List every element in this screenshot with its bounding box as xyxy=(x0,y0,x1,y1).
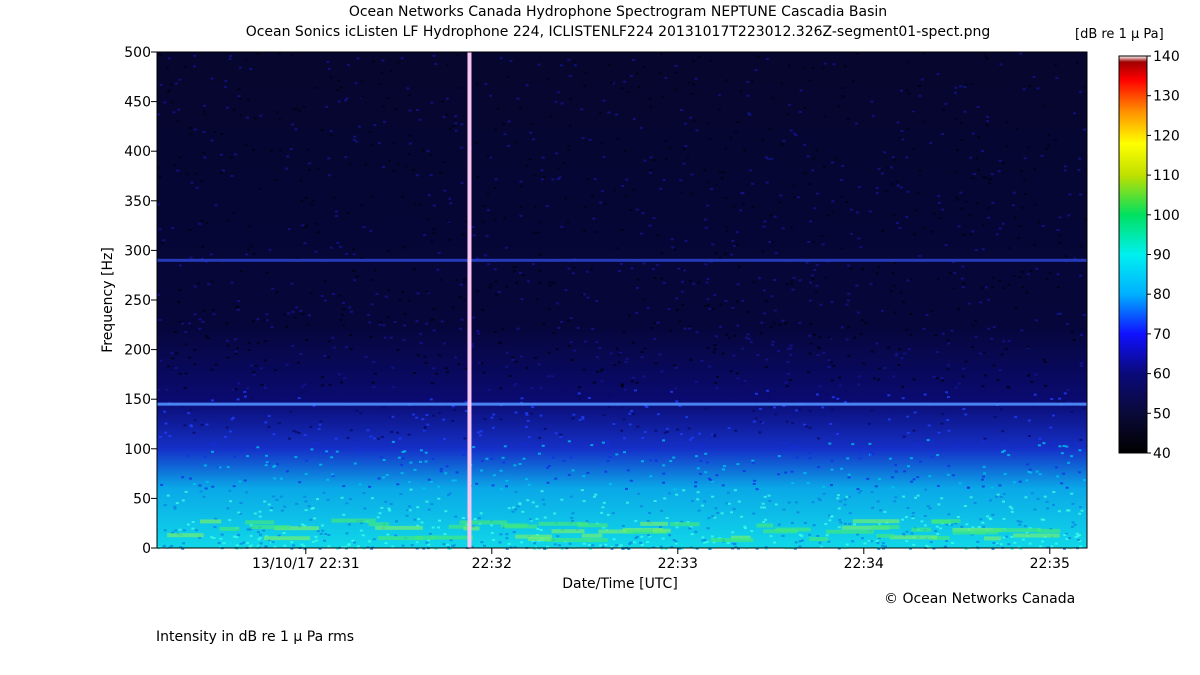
colorbar-tick-label: 80 xyxy=(1153,287,1171,303)
colorbar-tick-label: 130 xyxy=(1153,89,1180,105)
x-tick-label: 13/10/17 22:31 xyxy=(252,556,360,572)
tonal-line xyxy=(157,402,1087,406)
x-tick-label: 22:35 xyxy=(1030,556,1070,572)
y-tick-label: 150 xyxy=(124,392,151,408)
x-tick-label: 22:32 xyxy=(472,556,512,572)
broadband-event-line xyxy=(467,52,472,548)
y-tick-label: 350 xyxy=(124,194,151,210)
spectrogram-background xyxy=(157,52,1087,548)
y-tick-label: 300 xyxy=(124,243,151,259)
colorbar-tick-label: 40 xyxy=(1153,446,1171,462)
colorbar-tick-label: 120 xyxy=(1153,128,1180,144)
y-tick-label: 450 xyxy=(124,95,151,111)
colorbar: 40 50 60 70 80 90 100 110 120 130 140 xyxy=(1118,49,1180,462)
y-tick-label: 250 xyxy=(124,293,151,309)
colorbar-tick-label: 70 xyxy=(1153,327,1171,343)
colorbar-tick-label: 90 xyxy=(1153,248,1171,264)
colorbar-gradient xyxy=(1118,55,1148,454)
y-tick-label: 200 xyxy=(124,343,151,359)
y-tick-label: 0 xyxy=(142,541,151,557)
y-tick-label: 400 xyxy=(124,144,151,160)
colorbar-tick-label: 100 xyxy=(1153,208,1180,224)
spectrogram-chart: 0 50 100 150 200 250 300 350 400 450 500 13/10/17 2… xyxy=(124,45,1180,572)
y-tick-label: 50 xyxy=(133,491,151,507)
colorbar-tick-label: 60 xyxy=(1153,367,1171,383)
colorbar-tick-label: 50 xyxy=(1153,406,1171,422)
colorbar-tick-label: 140 xyxy=(1153,49,1180,65)
y-tick-label: 500 xyxy=(124,45,151,61)
colorbar-tick-label: 110 xyxy=(1153,168,1180,184)
tonal-line xyxy=(157,258,1087,262)
plot-area xyxy=(157,52,1087,550)
x-tick-label: 22:34 xyxy=(844,556,884,572)
x-tick-label: 22:33 xyxy=(658,556,698,572)
y-tick-label: 100 xyxy=(124,442,151,458)
